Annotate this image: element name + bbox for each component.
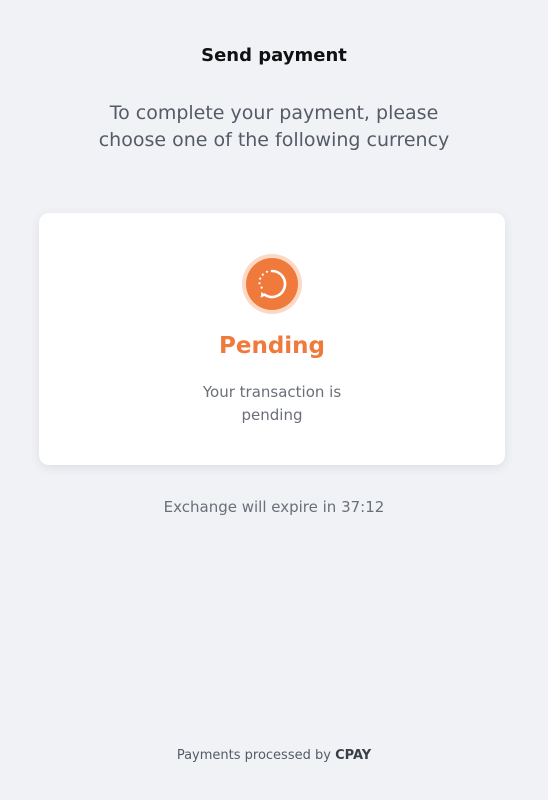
expiry-timer: Exchange will expire in 37:12 [163,498,385,516]
page-title: Send payment [201,45,347,66]
footer-prefix: Payments processed by [176,748,331,763]
pending-spinner-icon [242,254,302,314]
status-message: Your transaction is pending [202,383,342,424]
status-title: Pending [218,333,325,359]
page-subtitle: To complete your payment, please choose … [98,102,450,151]
footer-brand: CPAY [335,748,372,763]
footer: Payments processed by CPAY [0,747,548,765]
status-card: Pending Your transaction is pending [39,213,505,465]
